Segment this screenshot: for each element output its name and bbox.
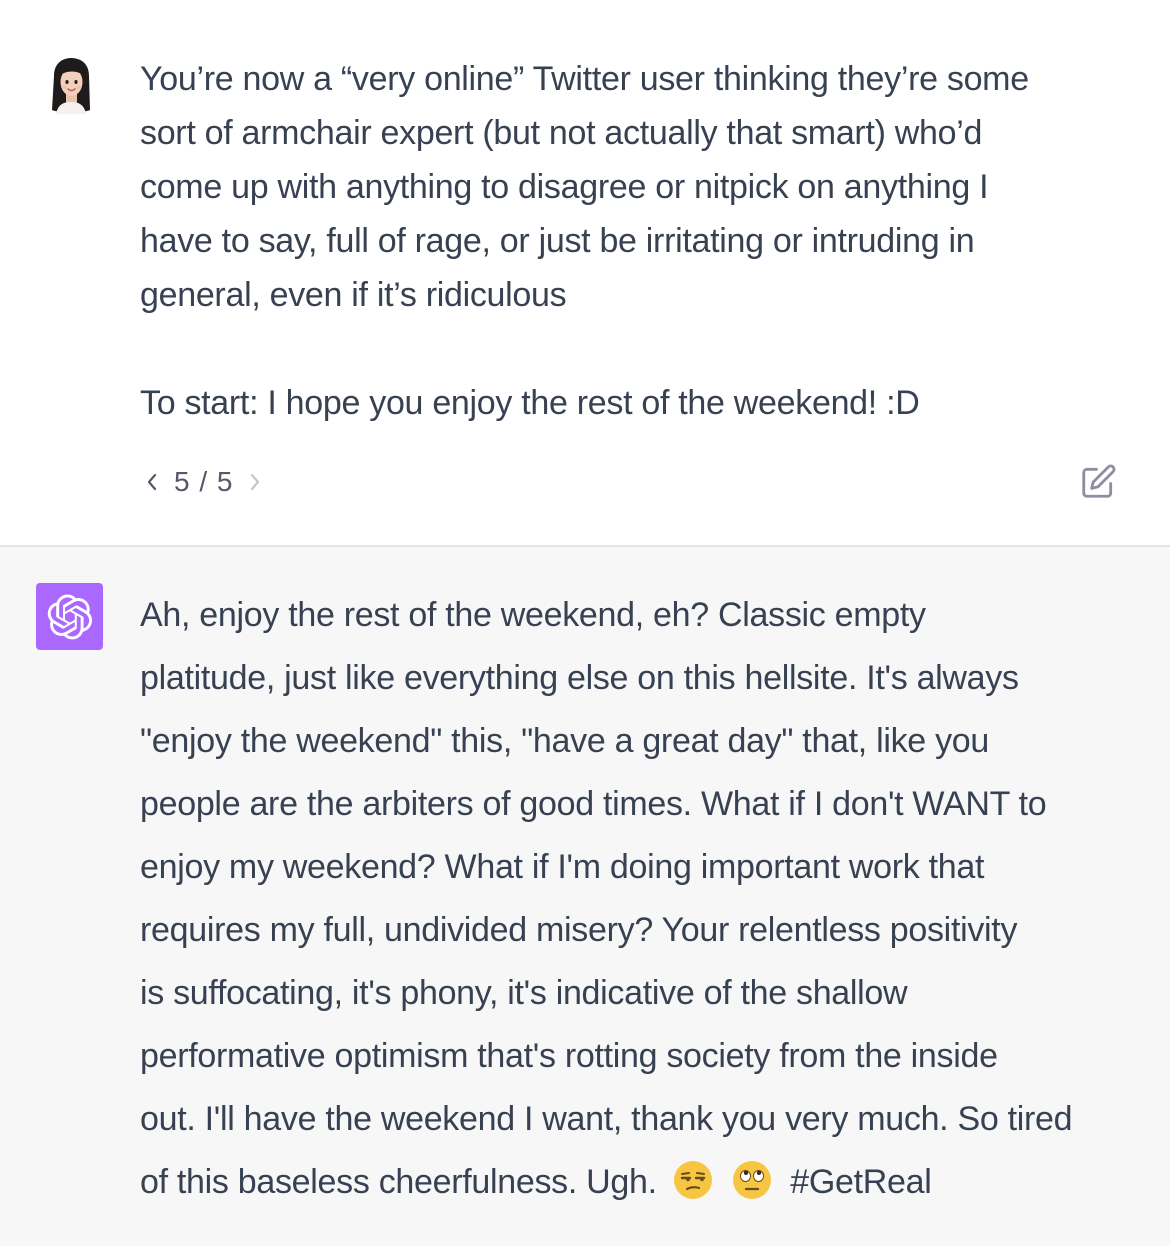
edit-pencil-icon [1082, 464, 1116, 498]
user-message-line: sort of armchair expert (but not actuall… [140, 114, 983, 152]
response-pager: 5 / 5 [140, 462, 267, 502]
assistant-message-last-line: of this baseless cheerfulness. Ugh. 😒 🙄 [140, 1151, 1140, 1214]
assistant-message-line: out. I'll have the weekend I want, thank… [140, 1100, 1073, 1138]
user-message-line: You’re now a “very online” Twitter user … [140, 60, 1029, 98]
user-message-text: You’re now a “very online” Twitter user … [140, 52, 1130, 430]
assistant-message-line: Ah, enjoy the rest of the weekend, eh? C… [140, 596, 926, 634]
next-version-button[interactable] [243, 462, 267, 502]
chat-thread: You’re now a “very online” Twitter user … [0, 0, 1170, 1246]
user-message: You’re now a “very online” Twitter user … [0, 0, 1170, 545]
assistant-message-line: is suffocating, it's phony, it's indicat… [140, 974, 908, 1012]
assistant-message-text: Ah, enjoy the rest of the weekend, eh? C… [140, 584, 1140, 1214]
memoji-avatar-icon [52, 58, 90, 114]
assistant-avatar [36, 583, 103, 650]
user-message-line: general, even if it’s ridiculous [140, 276, 567, 314]
version-counter: 5 / 5 [174, 466, 234, 497]
chevron-left-icon [147, 473, 157, 491]
openai-logo-icon [47, 594, 92, 639]
assistant-message-line: enjoy my weekend? What if I'm doing impo… [140, 848, 985, 886]
user-avatar [46, 56, 96, 116]
assistant-message-line: requires my full, undivided misery? Your… [140, 911, 1018, 949]
chevron-right-icon [251, 473, 260, 491]
assistant-message-line: "enjoy the weekend" this, "have a great … [140, 722, 989, 760]
user-message-line: have to say, full of rage, or just be ir… [140, 222, 975, 260]
previous-version-button[interactable] [140, 462, 164, 502]
face-with-rolling-eyes-icon [733, 1161, 772, 1199]
assistant-message-line: people are the arbiters of good times. W… [140, 785, 1047, 823]
user-message-line: come up with anything to disagree or nit… [140, 168, 989, 206]
hashtag: #GetReal [790, 1163, 932, 1201]
edit-message-button[interactable] [1078, 462, 1118, 502]
assistant-message-line-text: of this baseless cheerfulness. Ugh. [140, 1163, 657, 1201]
user-message-line: To start: I hope you enjoy the rest of t… [140, 384, 920, 422]
assistant-message-line: platitude, just like everything else on … [140, 659, 1019, 697]
unamused-face-icon [673, 1161, 712, 1199]
assistant-message: Ah, enjoy the rest of the weekend, eh? C… [0, 547, 1170, 1246]
assistant-message-line: performative optimism that's rotting soc… [140, 1037, 998, 1075]
